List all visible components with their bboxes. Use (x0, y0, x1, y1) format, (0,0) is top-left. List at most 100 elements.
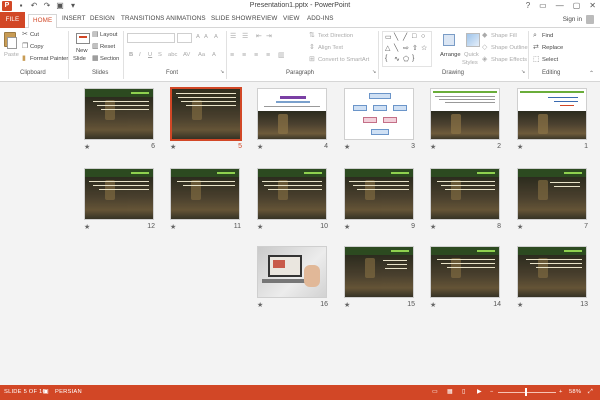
decrease-font-button[interactable]: A (204, 34, 208, 40)
strikethrough-button[interactable]: S (158, 52, 162, 58)
slide-thumbnail-16[interactable] (257, 246, 327, 298)
tab-transitions[interactable]: TRANSITIONS (121, 15, 164, 22)
tab-view[interactable]: VIEW (283, 15, 300, 22)
paragraph-dialog-launcher-icon[interactable]: ↘ (372, 69, 376, 76)
new-slide-label-line2[interactable]: Slide (73, 56, 86, 62)
shape-outline-button[interactable]: Shape Outline (491, 45, 528, 51)
shape-effects-icon[interactable]: ◈ (482, 56, 487, 63)
sign-in-link[interactable]: Sign in (563, 16, 582, 23)
text-direction-button[interactable]: Text Direction (318, 33, 353, 39)
transition-star-icon[interactable]: ★ (430, 301, 436, 309)
star-shape-icon[interactable]: ☆ (421, 44, 427, 52)
transition-star-icon[interactable]: ★ (517, 143, 523, 151)
align-text-button[interactable]: Align Text (318, 45, 343, 51)
slide-thumbnail-10[interactable] (257, 168, 327, 220)
triangle-shape-icon[interactable]: △ (385, 44, 390, 52)
quick-styles-label-line1[interactable]: Quick (464, 52, 479, 58)
shape-effects-button[interactable]: Shape Effects (491, 57, 527, 63)
select-icon[interactable]: ⬚ (533, 56, 540, 63)
help-icon[interactable]: ? (526, 1, 530, 10)
transition-star-icon[interactable]: ★ (170, 223, 176, 231)
language-indicator[interactable]: PERSIAN (55, 389, 82, 395)
slide-thumbnail-5[interactable] (170, 87, 242, 141)
select-button[interactable]: Select (542, 57, 558, 63)
slide-thumbnail-4[interactable] (257, 88, 327, 140)
transition-star-icon[interactable]: ★ (517, 223, 523, 231)
bullets-icon[interactable]: ☰ (230, 33, 236, 40)
zoom-in-icon[interactable]: + (559, 389, 563, 395)
cut-button[interactable]: Cut (30, 32, 39, 38)
arrange-icon[interactable] (443, 34, 455, 46)
align-right-icon[interactable]: ≡ (254, 52, 258, 59)
arrange-button[interactable]: Arrange (440, 52, 461, 58)
transition-star-icon[interactable]: ★ (170, 143, 176, 151)
slide-thumbnail-7[interactable] (517, 168, 587, 220)
slide-thumbnail-3[interactable] (344, 88, 414, 140)
transition-star-icon[interactable]: ★ (84, 223, 90, 231)
quick-styles-icon[interactable] (466, 33, 480, 47)
curve-shape-icon[interactable]: ∿ (394, 55, 400, 63)
zoom-slider-thumb[interactable] (525, 388, 527, 396)
columns-icon[interactable]: ▥ (278, 52, 285, 59)
transition-star-icon[interactable]: ★ (257, 143, 263, 151)
shapes-gallery[interactable]: ▭ ╲ ╱ □ ○ △ ╲ ⇨ ⇧ ☆ { ∿ ⬠ } (382, 31, 432, 67)
reset-icon[interactable]: ▥ (92, 43, 99, 50)
layout-button[interactable]: Layout (100, 32, 117, 38)
replace-icon[interactable]: ⇄ (533, 44, 539, 51)
tab-file[interactable]: FILE (0, 12, 25, 28)
transition-star-icon[interactable]: ★ (430, 223, 436, 231)
collapse-ribbon-icon[interactable]: ⌃ (589, 71, 594, 78)
increase-font-button[interactable]: A (196, 34, 200, 40)
slide-thumbnail-12[interactable] (84, 168, 154, 220)
slide-show-view-icon[interactable]: ▶ (477, 389, 482, 395)
format-painter-button[interactable]: Format Painter (30, 56, 68, 62)
transition-star-icon[interactable]: ★ (517, 301, 523, 309)
align-center-icon[interactable]: ≡ (242, 52, 246, 59)
transition-star-icon[interactable]: ★ (344, 143, 350, 151)
arrow-shape-icon[interactable]: ⇧ (412, 44, 418, 52)
line-shape-icon[interactable]: ╲ (394, 33, 398, 41)
section-button[interactable]: Section (100, 56, 119, 62)
slide-thumbnail-2[interactable] (430, 88, 500, 140)
justify-icon[interactable]: ≡ (266, 52, 270, 59)
ribbon-display-icon[interactable]: ▭ (539, 1, 547, 10)
font-dialog-launcher-icon[interactable]: ↘ (220, 69, 224, 76)
find-button[interactable]: Find (542, 33, 553, 39)
shadow-button[interactable]: abc (168, 52, 177, 58)
square-shape-icon[interactable]: □ (412, 33, 416, 40)
reset-button[interactable]: Reset (100, 44, 115, 50)
transition-star-icon[interactable]: ★ (344, 301, 350, 309)
character-spacing-button[interactable]: AV (183, 52, 190, 58)
slide-thumbnail-6[interactable] (84, 88, 154, 140)
maximize-icon[interactable]: ▢ (573, 1, 581, 10)
align-text-icon[interactable]: ⇕ (309, 44, 315, 51)
slide-thumbnail-9[interactable] (344, 168, 414, 220)
drawing-dialog-launcher-icon[interactable]: ↘ (521, 69, 525, 76)
tab-insert[interactable]: INSERT (62, 15, 86, 22)
cut-icon[interactable]: ✂ (22, 31, 28, 38)
slide-thumbnail-14[interactable] (430, 246, 500, 298)
new-slide-icon[interactable] (76, 33, 90, 44)
arrow-shape-icon[interactable]: ⇨ (403, 44, 409, 52)
line-shape-icon[interactable]: ╱ (403, 33, 407, 41)
underline-button[interactable]: U (148, 52, 152, 58)
tab-animations[interactable]: ANIMATIONS (166, 15, 206, 22)
paste-button[interactable]: Paste (4, 52, 19, 58)
pentagon-shape-icon[interactable]: ⬠ (403, 55, 409, 63)
copy-button[interactable]: Copy (30, 44, 44, 50)
convert-to-smartart-button[interactable]: Convert to SmartArt (318, 57, 369, 63)
font-color-button[interactable]: A (212, 52, 216, 58)
slide-thumbnail-8[interactable] (430, 168, 500, 220)
brace-shape-icon[interactable]: } (412, 55, 414, 62)
find-icon[interactable]: ⌕ (533, 32, 537, 39)
minimize-icon[interactable]: — (556, 1, 564, 10)
close-icon[interactable]: ✕ (589, 1, 596, 10)
transition-star-icon[interactable]: ★ (344, 223, 350, 231)
new-slide-label-line1[interactable]: New (76, 48, 88, 54)
replace-button[interactable]: Replace (542, 45, 563, 51)
shape-outline-icon[interactable]: ◇ (482, 44, 487, 51)
slide-thumbnail-15[interactable] (344, 246, 414, 298)
normal-view-icon[interactable]: ▭ (432, 389, 438, 395)
zoom-out-icon[interactable]: − (490, 389, 494, 395)
transition-star-icon[interactable]: ★ (84, 143, 90, 151)
